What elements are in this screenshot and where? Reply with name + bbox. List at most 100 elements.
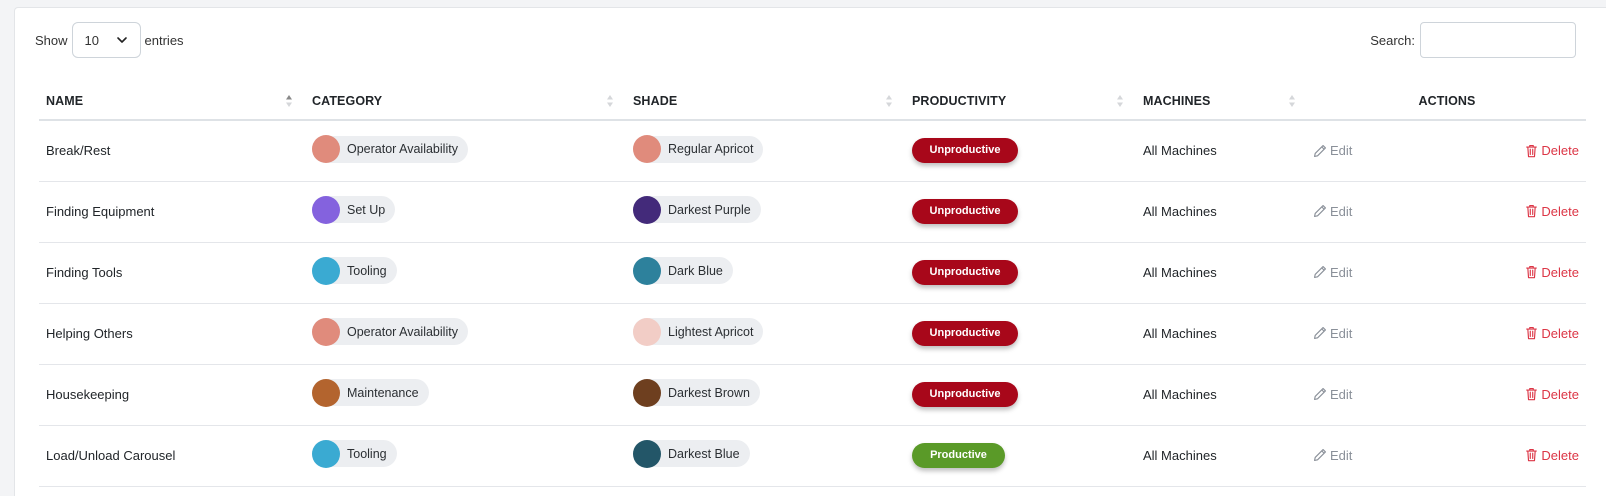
- delete-label: Delete: [1541, 447, 1579, 463]
- productivity-badge: Unproductive: [912, 321, 1018, 346]
- delete-button[interactable]: Delete: [1525, 265, 1579, 280]
- productivity-badge: Unproductive: [912, 138, 1018, 164]
- category-label: Set Up: [347, 202, 386, 217]
- shade-color-swatch: [633, 195, 661, 224]
- cell-actions: Edit Delete: [1308, 181, 1586, 243]
- search-input[interactable]: [1420, 22, 1576, 58]
- category-label: Tooling: [347, 446, 387, 461]
- cell-name: Finding Equipment: [39, 181, 305, 243]
- delete-label: Delete: [1541, 264, 1579, 280]
- cell-name: Helping Others: [39, 303, 305, 365]
- trash-icon: [1526, 327, 1538, 340]
- delete-label: Delete: [1541, 203, 1579, 219]
- edit-button[interactable]: Edit: [1313, 326, 1352, 341]
- machines-label: All Machines: [1143, 387, 1217, 402]
- entries-select-value: 10: [84, 32, 99, 48]
- cell-name: Housekeeping: [39, 364, 305, 426]
- column-header-name[interactable]: NAME: [39, 82, 305, 121]
- cell-category: Maintenance: [305, 364, 626, 426]
- shade-pill: Darkest Blue: [633, 439, 750, 468]
- shade-label: Dark Blue: [668, 263, 723, 278]
- sort-icon: [607, 95, 613, 107]
- cell-productivity: Unproductive: [905, 181, 1136, 243]
- table-card: Show 10 entries Search: NAME CATEGORY SH…: [14, 7, 1606, 496]
- trash-icon: [1526, 266, 1538, 279]
- search-label: Search:: [1370, 32, 1415, 48]
- column-header-machines[interactable]: MACHINES: [1136, 82, 1308, 121]
- delete-button[interactable]: Delete: [1525, 326, 1579, 341]
- cell-machines: All Machines: [1136, 425, 1308, 487]
- edit-button[interactable]: Edit: [1313, 387, 1352, 402]
- pencil-icon: [1314, 144, 1326, 157]
- row-name: Finding Equipment: [46, 204, 155, 219]
- edit-label: Edit: [1330, 143, 1353, 158]
- shade-color-swatch: [633, 256, 661, 285]
- edit-button[interactable]: Edit: [1313, 265, 1352, 280]
- table-row: Load/Unload Carousel Tooling Darkest Blu…: [39, 425, 1586, 487]
- entries-select[interactable]: 10: [71, 22, 141, 58]
- cell-actions: Edit Delete: [1308, 120, 1586, 182]
- cell-actions: Edit Delete: [1308, 303, 1586, 365]
- delete-button[interactable]: Delete: [1525, 448, 1579, 463]
- machines-label: All Machines: [1143, 448, 1217, 463]
- pencil-icon: [1314, 449, 1326, 461]
- edit-label: Edit: [1330, 386, 1353, 402]
- chevron-down-icon: [116, 37, 127, 43]
- delete-button[interactable]: Delete: [1525, 143, 1579, 158]
- trash-icon: [1526, 144, 1538, 157]
- downtime-reasons-table: NAME CATEGORY SHADE PRODUCTIVITY MACHINE…: [39, 82, 1586, 487]
- table-toolbar: Show 10 entries Search:: [15, 8, 1606, 74]
- table-row: Finding Tools Tooling Dark Blue Unproduc…: [39, 242, 1586, 304]
- edit-button[interactable]: Edit: [1313, 143, 1352, 158]
- category-color-swatch: [312, 195, 340, 224]
- category-pill: Tooling: [312, 256, 397, 285]
- column-header-category[interactable]: CATEGORY: [305, 82, 626, 121]
- sort-icon: [1117, 95, 1123, 107]
- cell-productivity: Unproductive: [905, 364, 1136, 426]
- category-pill: Operator Availability: [312, 317, 468, 346]
- shade-pill: Dark Blue: [633, 256, 733, 285]
- edit-button[interactable]: Edit: [1313, 204, 1352, 219]
- sort-ascending-icon: [286, 95, 292, 107]
- pencil-icon: [1314, 266, 1326, 278]
- cell-productivity: Unproductive: [905, 120, 1136, 182]
- category-color-swatch: [312, 256, 340, 285]
- productivity-badge: Unproductive: [912, 382, 1018, 407]
- machines-label: All Machines: [1143, 265, 1217, 280]
- cell-shade: Darkest Blue: [626, 425, 905, 487]
- cell-actions: Edit Delete: [1308, 364, 1586, 426]
- category-label: Operator Availability: [347, 324, 458, 339]
- cell-shade: Darkest Brown: [626, 364, 905, 426]
- cell-productivity: Productive: [905, 425, 1136, 487]
- cell-productivity: Unproductive: [905, 242, 1136, 304]
- cell-machines: All Machines: [1136, 242, 1308, 304]
- delete-button[interactable]: Delete: [1525, 387, 1579, 402]
- cell-category: Operator Availability: [305, 120, 626, 182]
- delete-button[interactable]: Delete: [1525, 204, 1579, 219]
- row-name: Finding Tools: [46, 265, 123, 280]
- category-pill: Tooling: [312, 439, 397, 468]
- row-name: Helping Others: [46, 326, 133, 341]
- column-header-category-label: CATEGORY: [312, 93, 383, 108]
- pencil-icon: [1314, 205, 1326, 217]
- cell-machines: All Machines: [1136, 120, 1308, 182]
- sort-icon: [1289, 95, 1295, 107]
- column-header-productivity[interactable]: PRODUCTIVITY: [905, 82, 1136, 121]
- shade-label: Darkest Purple: [668, 202, 751, 217]
- trash-icon: [1526, 449, 1538, 462]
- table-row: Finding Equipment Set Up Darkest Purple …: [39, 181, 1586, 243]
- pencil-icon: [1314, 388, 1326, 400]
- edit-label: Edit: [1330, 203, 1353, 219]
- table-row: Helping Others Operator Availability Lig…: [39, 303, 1586, 365]
- delete-label: Delete: [1541, 325, 1579, 341]
- row-name: Load/Unload Carousel: [46, 448, 176, 463]
- cell-name: Break/Rest: [39, 120, 305, 182]
- cell-category: Operator Availability: [305, 303, 626, 365]
- edit-button[interactable]: Edit: [1313, 448, 1352, 463]
- cell-actions: Edit Delete: [1308, 425, 1586, 487]
- shade-label: Darkest Blue: [668, 446, 740, 461]
- cell-shade: Dark Blue: [626, 242, 905, 304]
- column-header-shade[interactable]: SHADE: [626, 82, 905, 121]
- category-color-swatch: [312, 378, 340, 407]
- category-color-swatch: [312, 135, 340, 163]
